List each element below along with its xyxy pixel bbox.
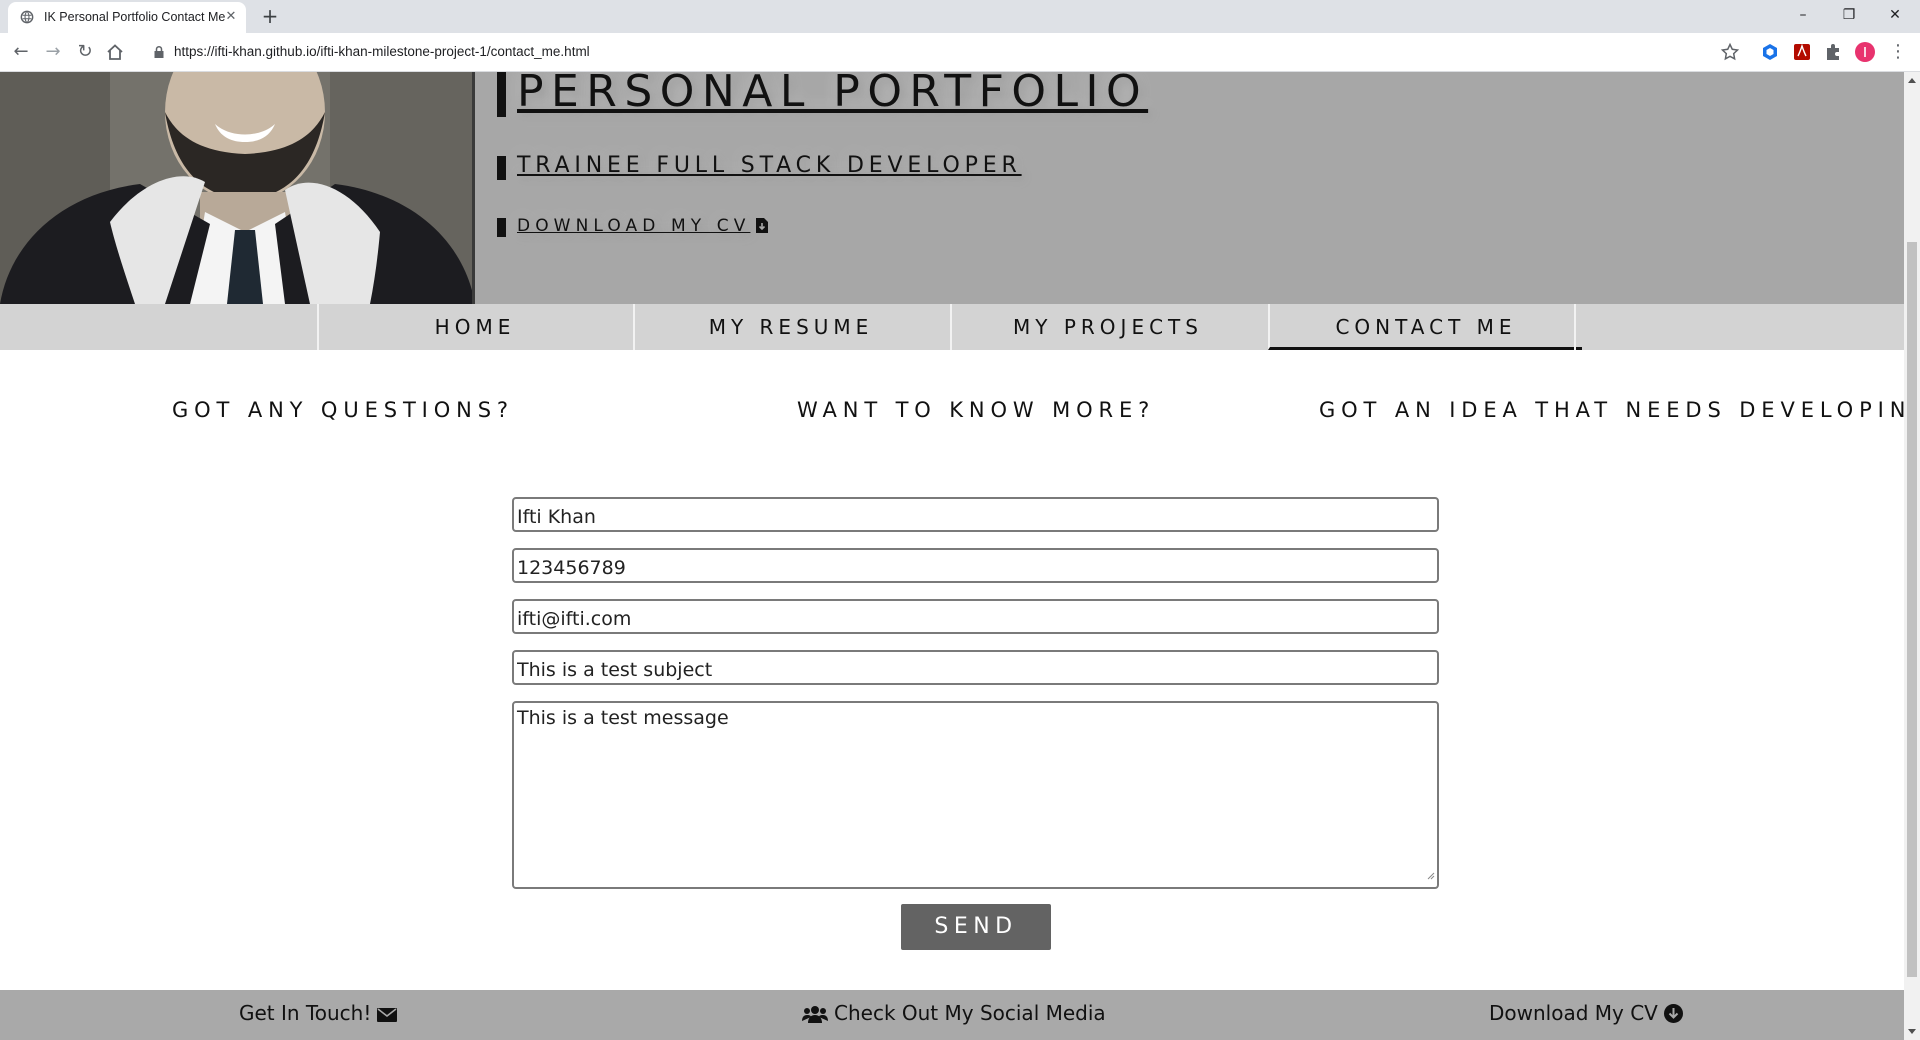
footer-get-in-touch-text: Get In Touch! <box>239 1001 372 1025</box>
page-header: PERSONAL PORTFOLIO TRAINEE FULL STACK DE… <box>0 72 1904 304</box>
file-download-icon <box>756 218 769 233</box>
envelope-icon <box>377 1008 398 1022</box>
message-field[interactable]: This is a test message <box>512 701 1439 889</box>
footer-social-media-text: Check Out My Social Media <box>834 1001 1106 1025</box>
page-viewport: PERSONAL PORTFOLIO TRAINEE FULL STACK DE… <box>0 72 1904 1040</box>
send-button[interactable]: SEND <box>901 904 1051 950</box>
lock-icon <box>154 45 164 58</box>
profile-avatar-icon[interactable] <box>1855 42 1875 62</box>
phone-field[interactable] <box>512 548 1439 583</box>
window-close-icon[interactable]: ✕ <box>1872 0 1918 30</box>
puzzle-extensions-icon[interactable] <box>1823 42 1843 62</box>
profile-photo <box>0 72 475 304</box>
resize-grip-icon[interactable] <box>1425 870 1435 880</box>
subject-field[interactable] <box>512 650 1439 685</box>
extension-hex-icon[interactable] <box>1760 42 1780 62</box>
browser-toolbar: ← → ↻ https://ifti-khan.github.io/ifti-k… <box>0 33 1920 72</box>
arrow-circle-down-icon <box>1663 1004 1683 1023</box>
scroll-thumb[interactable] <box>1907 242 1917 977</box>
tagline-know-more: WANT TO KNOW MORE? <box>797 398 1156 422</box>
footer-social-media[interactable]: Check Out My Social Media <box>802 1001 1106 1025</box>
globe-icon <box>20 10 34 24</box>
close-tab-icon[interactable]: ✕ <box>224 10 238 24</box>
tagline-questions: GOT ANY QUESTIONS? <box>172 398 514 422</box>
footer-download-cv-text: Download My CV <box>1489 1001 1658 1025</box>
tab-title: IK Personal Portfolio Contact Me <box>44 10 226 24</box>
nav-my-projects[interactable]: MY PROJECTS <box>950 304 1264 350</box>
page-subtitle-text: TRAINEE FULL STACK DEVELOPER <box>517 153 1022 178</box>
download-cv-text: DOWNLOAD MY CV <box>517 216 751 236</box>
scroll-up-icon[interactable] <box>1908 78 1916 83</box>
new-tab-icon[interactable]: + <box>260 6 280 26</box>
download-cv-link[interactable]: DOWNLOAD MY CV <box>497 214 769 238</box>
page-title-text: PERSONAL PORTFOLIO <box>517 72 1149 117</box>
nav-home[interactable]: HOME <box>317 304 631 350</box>
reload-icon[interactable]: ↻ <box>73 40 97 64</box>
forward-icon[interactable]: → <box>41 40 65 64</box>
page-scrollbar[interactable] <box>1904 72 1920 1040</box>
page-subtitle[interactable]: TRAINEE FULL STACK DEVELOPER <box>497 151 1022 181</box>
home-icon[interactable] <box>106 43 124 61</box>
address-bar[interactable]: https://ifti-khan.github.io/ifti-khan-mi… <box>140 37 1780 67</box>
page-footer: Get In Touch! Check Out My Social Media … <box>0 990 1904 1040</box>
tagline-idea: GOT AN IDEA THAT NEEDS DEVELOPING? <box>1319 398 1904 422</box>
users-icon <box>802 1006 828 1023</box>
name-field[interactable] <box>512 497 1439 532</box>
minimize-icon[interactable]: – <box>1780 0 1826 30</box>
nav-my-resume[interactable]: MY RESUME <box>633 304 947 350</box>
url-text: https://ifti-khan.github.io/ifti-khan-mi… <box>174 44 590 59</box>
restore-icon[interactable]: ❐ <box>1826 0 1872 30</box>
pdf-extension-icon[interactable] <box>1792 42 1812 62</box>
back-icon[interactable]: ← <box>9 40 33 64</box>
scroll-down-icon[interactable] <box>1908 1029 1916 1034</box>
main-nav: HOME MY RESUME MY PROJECTS CONTACT ME <box>0 304 1904 350</box>
nav-divider <box>1574 304 1576 350</box>
browser-tab[interactable]: IK Personal Portfolio Contact Me ✕ <box>8 2 246 33</box>
browser-menu-icon[interactable]: ⋮ <box>1886 40 1910 64</box>
footer-get-in-touch[interactable]: Get In Touch! <box>239 1001 398 1025</box>
footer-download-cv[interactable]: Download My CV <box>1489 1001 1683 1025</box>
nav-contact-me[interactable]: CONTACT ME <box>1268 304 1582 350</box>
page-title[interactable]: PERSONAL PORTFOLIO <box>497 72 1148 120</box>
email-field[interactable] <box>512 599 1439 634</box>
tab-strip: IK Personal Portfolio Contact Me ✕ + – ❐… <box>0 0 1920 33</box>
bookmark-star-icon[interactable] <box>1720 42 1740 62</box>
